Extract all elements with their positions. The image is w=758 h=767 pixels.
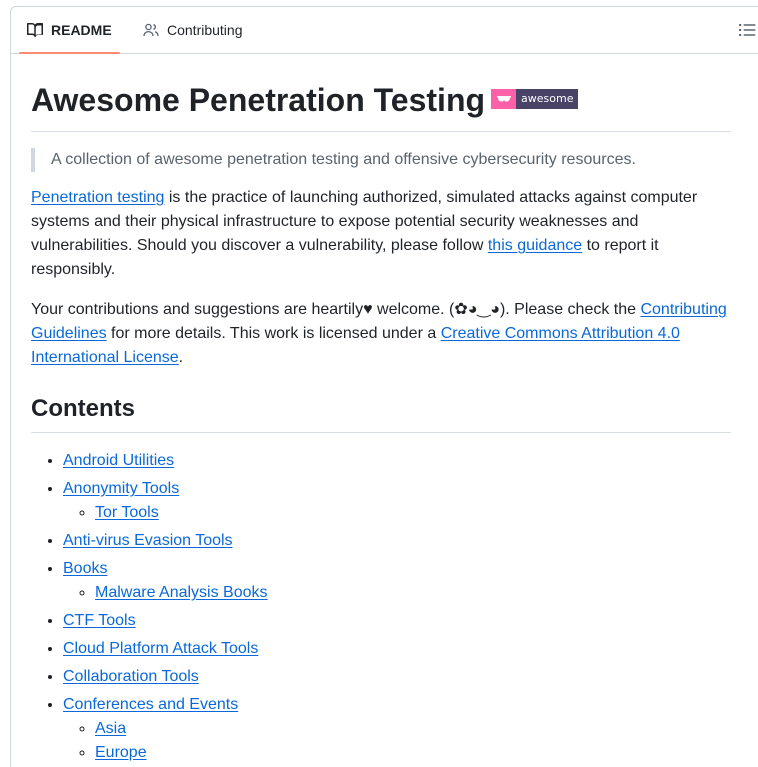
- contrib-text-3: .: [178, 349, 184, 366]
- sub-list: Malware Analysis Books: [63, 581, 731, 605]
- toc-link[interactable]: Conferences and Events: [63, 696, 238, 713]
- list-item: CTF Tools: [63, 609, 731, 633]
- list-item: Cloud Platform Attack Tools: [63, 637, 731, 661]
- toc-sub-link[interactable]: Tor Tools: [95, 504, 159, 521]
- description: A collection of awesome penetration test…: [31, 148, 731, 172]
- list-item: Android Utilities: [63, 449, 731, 473]
- toc-link[interactable]: Anonymity Tools: [63, 480, 179, 497]
- contrib-text-2: for more details. This work is licensed …: [106, 325, 441, 342]
- contents-heading: Contents: [31, 394, 731, 433]
- toc-sub-link[interactable]: Europe: [95, 744, 147, 761]
- penetration-testing-link[interactable]: Penetration testing: [31, 189, 164, 206]
- list-icon: [739, 24, 756, 36]
- contrib-paragraph: Your contributions and suggestions are h…: [31, 298, 731, 370]
- toc-sub-link[interactable]: Malware Analysis Books: [95, 584, 268, 601]
- list-item: Tor Tools: [95, 501, 731, 525]
- book-icon: [27, 23, 43, 37]
- tab-contributing-label: Contributing: [167, 22, 243, 38]
- guidance-link[interactable]: this guidance: [488, 237, 582, 254]
- toc-sub-link[interactable]: Asia: [95, 720, 126, 737]
- tab-readme[interactable]: README: [19, 7, 120, 54]
- toc-link[interactable]: Books: [63, 560, 107, 577]
- toc-link[interactable]: Android Utilities: [63, 452, 174, 469]
- sub-list: Tor Tools: [63, 501, 731, 525]
- badge-label: awesome: [516, 88, 579, 109]
- toc-link[interactable]: Collaboration Tools: [63, 668, 199, 685]
- tab-bar: README Contributing: [11, 7, 758, 54]
- list-item: Books Malware Analysis Books: [63, 557, 731, 605]
- toc-link[interactable]: CTF Tools: [63, 612, 136, 629]
- toc-link[interactable]: Cloud Platform Attack Tools: [63, 640, 258, 657]
- list-item: Anonymity Tools Tor Tools: [63, 477, 731, 525]
- contrib-text-1: Your contributions and suggestions are h…: [31, 301, 641, 318]
- tab-readme-label: README: [51, 22, 112, 38]
- list-item: Asia: [95, 717, 731, 741]
- list-item: Collaboration Tools: [63, 665, 731, 689]
- readme-content: Awesome Penetration Testing awesome A col…: [31, 77, 731, 765]
- table-of-contents: Android Utilities Anonymity Tools Tor To…: [31, 449, 731, 765]
- outline-button[interactable]: [739, 22, 757, 38]
- tab-contributing[interactable]: Contributing: [135, 7, 251, 53]
- list-item: Anti-virus Evasion Tools: [63, 529, 731, 553]
- awesome-badge[interactable]: awesome: [491, 88, 579, 109]
- list-item: Conferences and Events Asia Europe: [63, 693, 731, 765]
- page-title: Awesome Penetration Testing awesome: [31, 77, 731, 132]
- list-item: Malware Analysis Books: [95, 581, 731, 605]
- toc-link[interactable]: Anti-virus Evasion Tools: [63, 532, 233, 549]
- list-item: Europe: [95, 741, 731, 765]
- intro-paragraph: Penetration testing is the practice of l…: [31, 186, 731, 282]
- people-icon: [143, 23, 159, 37]
- sunglasses-icon: [491, 88, 517, 109]
